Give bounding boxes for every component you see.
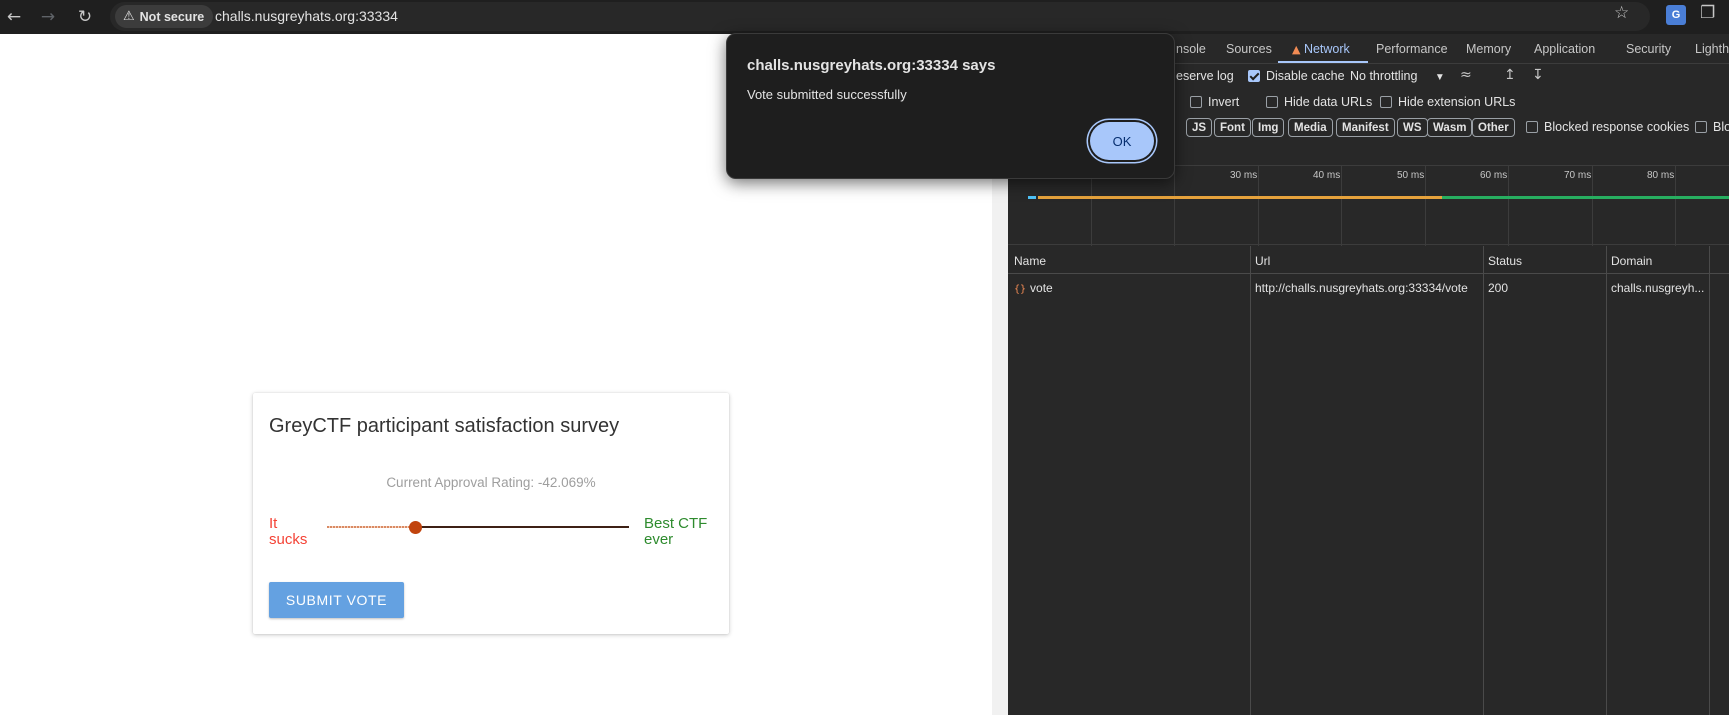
timeline-label: 40 ms [1313,170,1341,181]
throttling-select[interactable]: No throttling ▼ [1350,69,1445,83]
tab-performance[interactable]: Performance [1376,42,1448,56]
filter-other[interactable]: Other [1472,118,1515,137]
chevron-down-icon: ▼ [1434,72,1445,83]
timeline-label: 80 ms [1647,170,1675,181]
blocked-requests-checkbox[interactable]: Blo [1695,120,1729,134]
hide-extension-urls-checkbox[interactable]: Hide extension URLs [1380,95,1515,109]
tab-network[interactable]: ▲ Network [1292,42,1350,56]
timeline-bar-blue [1028,196,1036,199]
dialog-message: Vote submitted successfully [747,87,907,102]
survey-title: GreyCTF participant satisfaction survey [269,415,620,437]
timeline-gridline [1425,166,1426,246]
column-header-name[interactable]: Name [1014,254,1046,268]
security-chip[interactable]: ⚠ Not secure [115,5,214,28]
rating-slider[interactable] [327,520,629,534]
network-warning-icon: ▲ [1292,43,1301,56]
browser-toolbar: ← → ↻ ⚠ Not secure challs.nusgreyhats.or… [0,0,1729,34]
survey-card: GreyCTF participant satisfaction survey … [253,393,729,634]
column-header-url[interactable]: Url [1255,254,1270,268]
table-row-url-cell[interactable]: http://challs.nusgreyhats.org:33334/vote [1255,281,1479,295]
filter-ws[interactable]: WS [1397,118,1428,137]
address-bar[interactable]: ⚠ Not secure challs.nusgreyhats.org:3333… [110,2,1650,31]
slider-track-filled [327,526,415,528]
tab-security[interactable]: Security [1626,42,1671,56]
import-har-icon[interactable]: ↥ [1504,67,1516,83]
security-label: Not secure [139,9,205,24]
preserve-log-label[interactable]: eserve log [1176,69,1234,83]
invert-checkbox[interactable]: Invert [1190,95,1239,109]
filter-js[interactable]: JS [1186,118,1213,137]
column-header-status[interactable]: Status [1488,254,1522,268]
timeline-gridline [1508,166,1509,246]
checkbox-checked-icon [1248,70,1260,82]
table-header-separator [1008,273,1729,274]
timeline-label: 60 ms [1480,170,1508,181]
filter-media[interactable]: Media [1288,118,1333,137]
extensions-puzzle-icon[interactable]: ❐ [1700,3,1715,23]
slider-thumb[interactable] [409,521,422,534]
column-divider [1709,246,1710,715]
timeline-label: 30 ms [1230,170,1258,181]
bookmark-star-icon[interactable]: ☆ [1614,3,1629,23]
alert-dialog: challs.nusgreyhats.org:33334 says Vote s… [726,33,1175,179]
tab-sources[interactable]: Sources [1226,42,1272,56]
reload-icon[interactable]: ↻ [71,3,99,31]
timeline-bar-green [1442,196,1729,199]
warning-icon: ⚠ [123,9,135,24]
submit-vote-button[interactable]: SUBMIT VOTE [269,582,404,618]
network-request-table: Name Url Status Domain {} vote http://cha… [1008,246,1729,715]
slider-right-label: Best CTF ever [644,515,708,548]
hide-data-urls-checkbox[interactable]: Hide data URLs [1266,95,1372,109]
network-conditions-icon[interactable]: ≈ [1460,67,1472,83]
active-tab-indicator [1278,61,1368,63]
fetch-xhr-icon: {} [1014,284,1027,295]
slider-track-rest [415,526,629,528]
tab-lighthouse[interactable]: Lighth [1695,42,1729,56]
column-divider [1483,246,1484,715]
timeline-gridline [1675,166,1676,246]
timeline-bar-orange [1038,196,1442,199]
blocked-response-cookies-checkbox[interactable]: Blocked response cookies [1526,120,1689,134]
disable-cache-checkbox[interactable]: Disable cache [1248,69,1345,83]
tab-memory[interactable]: Memory [1466,42,1511,56]
filter-manifest[interactable]: Manifest [1336,118,1395,137]
table-row-domain-cell[interactable]: challs.nusgreyh... [1611,281,1705,295]
approval-rating: Current Approval Rating: -42.069% [386,475,596,490]
slider-left-label: It sucks [269,515,308,548]
tab-application[interactable]: Application [1534,42,1595,56]
column-divider [1250,246,1251,715]
table-row-status-cell[interactable]: 200 [1488,281,1600,295]
url-text[interactable]: challs.nusgreyhats.org:33334 [215,8,398,24]
timeline-gridline [1174,166,1175,246]
translate-extension-icon[interactable]: G [1666,5,1686,25]
ok-button[interactable]: OK [1090,122,1154,160]
tab-console[interactable]: nsole [1176,42,1206,56]
dialog-title: challs.nusgreyhats.org:33334 says [747,57,996,74]
export-har-icon[interactable]: ↧ [1532,67,1544,83]
filter-font[interactable]: Font [1214,118,1251,137]
column-divider [1606,246,1607,715]
table-row-name-cell[interactable]: {} vote [1014,281,1244,295]
back-arrow-icon[interactable]: ← [0,3,28,31]
timeline-label: 50 ms [1397,170,1425,181]
timeline-gridline [1258,166,1259,246]
filter-img[interactable]: Img [1252,118,1285,137]
filter-wasm[interactable]: Wasm [1427,118,1473,137]
timeline-gridline [1341,166,1342,246]
timeline-label: 70 ms [1564,170,1592,181]
forward-arrow-icon[interactable]: → [34,3,62,31]
column-header-domain[interactable]: Domain [1611,254,1652,268]
timeline-gridline [1592,166,1593,246]
